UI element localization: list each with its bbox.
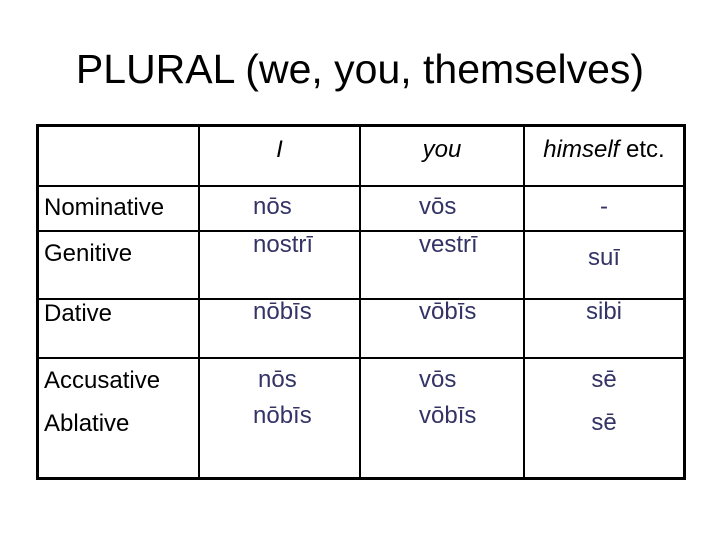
value-cell: vōs: [419, 366, 457, 393]
value-cell: vōbīs: [419, 298, 477, 325]
case-label-accusative: Accusative: [44, 367, 161, 394]
value-cell: nōs: [253, 193, 292, 220]
header-italic: himself: [543, 136, 620, 163]
pronoun-table: I you himself etc. Nominative nōs vōs - …: [36, 124, 686, 480]
value-cell: sibi: [585, 298, 622, 325]
header-plain: etc.: [619, 136, 665, 163]
case-label-genitive: Genitive: [44, 240, 133, 267]
value-cell: vestrī: [419, 231, 478, 258]
page-title: PLURAL (we, you, themselves): [75, 46, 645, 92]
value-cell: nōbīs: [253, 298, 312, 325]
value-cell: nōbīs: [253, 402, 312, 429]
row-divider: [39, 185, 683, 187]
case-label-dative: Dative: [44, 300, 113, 327]
header-cell-you: you: [361, 136, 523, 164]
value-cell: sē: [591, 409, 617, 436]
value-cell: vōbīs: [419, 402, 477, 429]
column-divider: [198, 127, 200, 477]
value-cell: vōs: [419, 193, 457, 220]
row-divider: [39, 357, 683, 359]
header-cell-himself: himself etc.: [525, 136, 683, 164]
header-italic: you: [422, 136, 462, 163]
column-divider: [359, 127, 361, 477]
case-label-nominative: Nominative: [44, 194, 165, 221]
value-cell: sē: [591, 366, 617, 393]
row-divider: [39, 230, 683, 232]
value-cell: suī: [587, 244, 620, 271]
header-cell-i: I: [200, 136, 359, 164]
value-cell: -: [600, 193, 608, 220]
value-cell: nōs: [258, 366, 297, 393]
value-cell: nostrī: [253, 231, 314, 258]
case-label-ablative: Ablative: [44, 410, 130, 437]
header-italic: I: [276, 136, 283, 163]
